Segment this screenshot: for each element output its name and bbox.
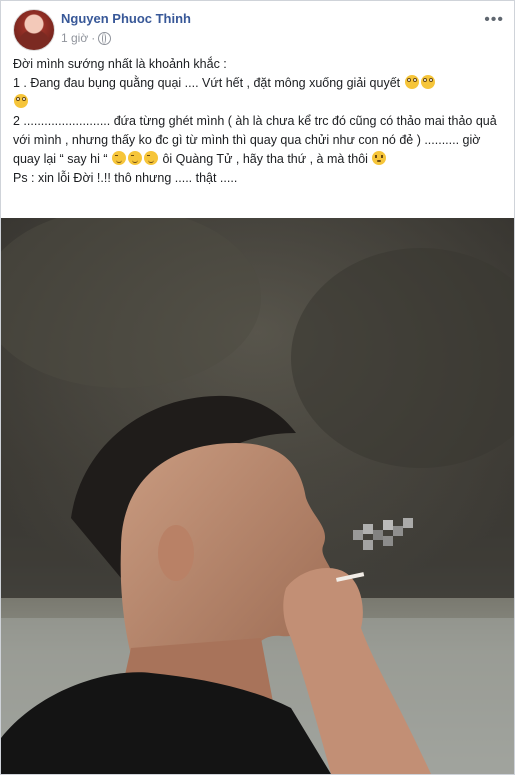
author-avatar[interactable] — [13, 9, 55, 51]
post-meta: 1 giờ · — [61, 31, 112, 45]
facebook-post-card: Nguyen Phuoc Thinh 1 giờ · ••• Đời mình … — [0, 0, 515, 775]
post-header: Nguyen Phuoc Thinh 1 giờ · ••• — [13, 9, 504, 51]
post-line-1: Đời mình sướng nhất là khoảnh khắc : — [13, 57, 227, 71]
flushed-emoji-icon — [372, 151, 387, 165]
wink-emoji-icon — [111, 151, 126, 165]
post-text: Đời mình sướng nhất là khoảnh khắc : 1 .… — [13, 55, 501, 188]
eye-roll-emoji-icon — [14, 94, 28, 108]
wink-emoji-icon — [127, 151, 142, 165]
post-photo[interactable] — [1, 218, 514, 774]
post-timestamp[interactable]: 1 giờ — [61, 31, 88, 45]
more-options-icon[interactable]: ••• — [484, 11, 504, 29]
wink-emoji-icon — [143, 151, 158, 165]
globe-icon[interactable] — [98, 31, 112, 45]
post-line-4: Ps : xin lỗi Đời !.!! thô nhưng ..... th… — [13, 171, 238, 185]
eye-roll-emoji-icon — [420, 75, 435, 89]
photo-illustration — [1, 218, 514, 774]
post-line-2: 1 . Đang đau bụng quằng quại .... Vứt hế… — [13, 74, 501, 112]
post-line-3: 2 ......................... đứa từng ghé… — [13, 114, 497, 166]
author-name[interactable]: Nguyen Phuoc Thinh — [61, 11, 191, 26]
eye-roll-emoji-icon — [404, 75, 419, 89]
